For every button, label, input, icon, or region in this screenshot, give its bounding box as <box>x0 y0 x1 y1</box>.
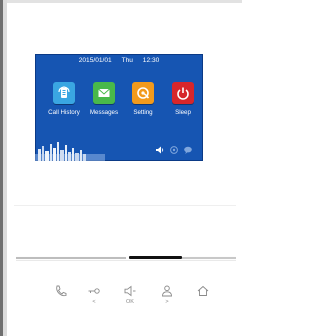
hardkey-row: < OK > <box>0 284 242 314</box>
status-icon <box>170 146 178 154</box>
city-skyline-graphic <box>35 142 105 161</box>
light-bar-left <box>16 257 126 259</box>
monitor-key[interactable]: > <box>157 284 177 312</box>
day-text: Thu <box>121 57 133 64</box>
home-key[interactable] <box>193 284 213 312</box>
app-call-history[interactable]: Call History <box>45 82 83 122</box>
sleep-tile[interactable] <box>172 82 194 104</box>
right-arrow-label: > <box>165 299 169 305</box>
talk-key[interactable]: OK <box>120 284 140 312</box>
setting-icon <box>137 87 150 99</box>
unlock-key[interactable]: < <box>84 284 104 312</box>
time-text: 12:30 <box>142 57 160 64</box>
app-messages[interactable]: Messages <box>85 82 123 122</box>
volume-icon <box>156 146 164 154</box>
power-icon <box>177 87 189 100</box>
app-setting[interactable]: Setting <box>124 82 162 122</box>
messages-tile[interactable] <box>93 82 115 104</box>
status-bar: 2015/01/01 Thu 12:30 <box>35 54 203 68</box>
light-bar-indicator <box>129 256 182 259</box>
speaker-icon <box>124 285 136 297</box>
home-icon <box>197 285 209 296</box>
message-bubble-icon <box>184 146 192 154</box>
date-text: 2015/01/01 <box>78 57 112 64</box>
ok-label: OK <box>126 299 134 305</box>
device-screen: 2015/01/01 Thu 12:30 Call History Messag… <box>35 54 203 161</box>
left-arrow-label: < <box>92 299 96 305</box>
panel-divider <box>14 205 236 206</box>
call-history-icon <box>58 86 70 98</box>
call-history-tile[interactable] <box>53 82 75 104</box>
light-bar-right <box>182 257 236 259</box>
app-row: Call History Messages Setting Sleep <box>35 82 203 122</box>
app-sleep[interactable]: Sleep <box>164 82 202 122</box>
sleep-label: Sleep <box>175 109 191 116</box>
status-icons <box>153 145 195 155</box>
envelope-icon <box>98 88 110 97</box>
device-frame-top <box>7 0 242 3</box>
phone-icon <box>56 285 67 297</box>
person-icon <box>162 285 172 297</box>
phone-key[interactable] <box>51 284 71 312</box>
setting-tile[interactable] <box>132 82 154 104</box>
key-icon <box>88 288 100 294</box>
